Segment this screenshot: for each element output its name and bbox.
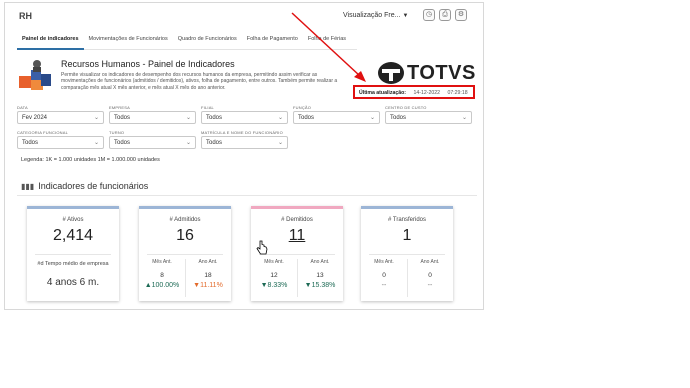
annotation-arrow-icon [291,12,366,82]
